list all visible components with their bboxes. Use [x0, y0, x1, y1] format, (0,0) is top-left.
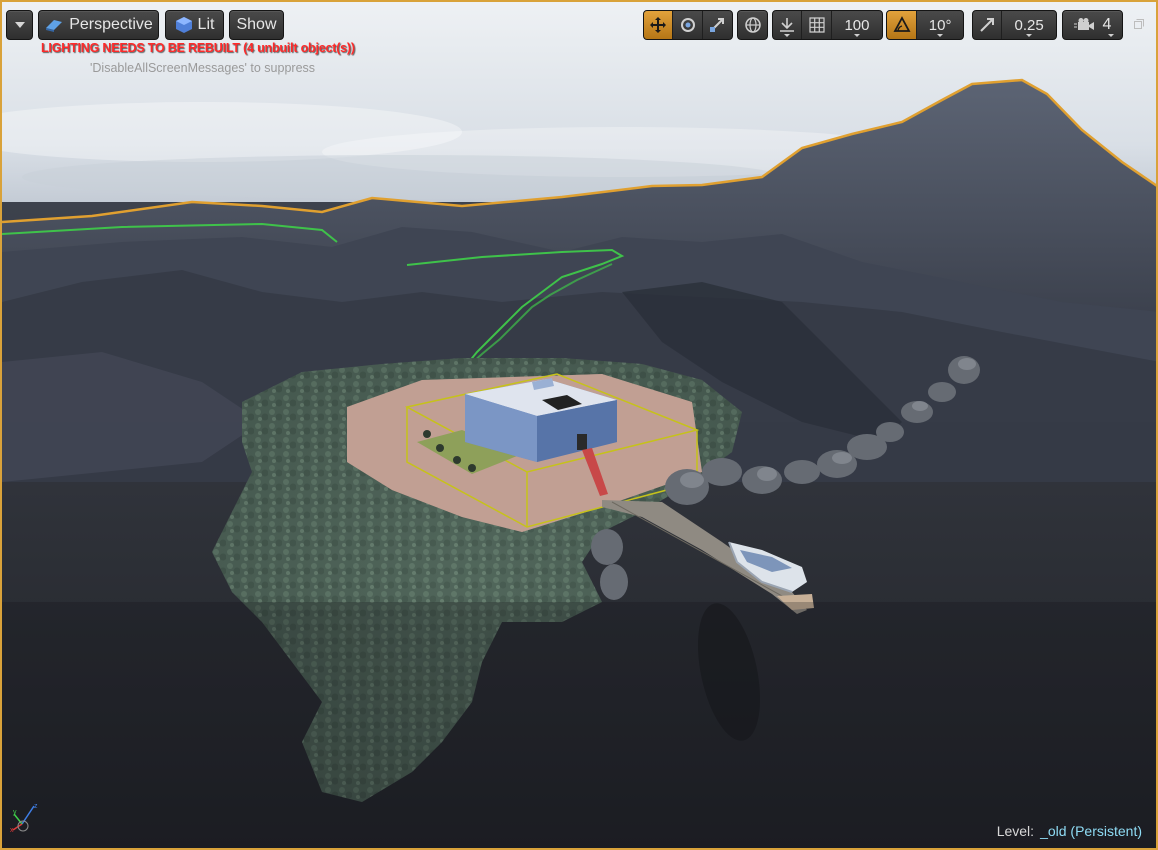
- scale-snap-value-dropdown[interactable]: 0.25: [1002, 11, 1056, 39]
- transform-tools: [643, 10, 733, 40]
- lit-icon: [175, 16, 193, 34]
- camera-speed-icon: [1073, 17, 1096, 33]
- grid-snap-icon: [809, 17, 825, 33]
- surface-snap-icon: [778, 16, 796, 34]
- svg-text:x: x: [10, 827, 14, 834]
- rotation-snap-toggle[interactable]: [887, 11, 918, 39]
- perspective-icon: [44, 18, 64, 32]
- svg-text:z: z: [34, 803, 38, 810]
- svg-text:y: y: [13, 809, 17, 816]
- lit-label: Lit: [197, 16, 215, 33]
- scale-snap-value: 0.25: [1014, 16, 1044, 34]
- rotation-snap-value: 10°: [928, 16, 952, 34]
- restore-viewport-icon: [1134, 19, 1144, 29]
- lighting-warning-message: LIGHTING NEEDS TO BE REBUILT (4 unbuilt …: [41, 41, 355, 55]
- grid-snap-value: 100: [844, 16, 870, 34]
- translate-tool-button[interactable]: [644, 11, 674, 39]
- camera-speed-value: 4: [1102, 16, 1112, 33]
- scale-snap-toggle[interactable]: [973, 11, 1003, 39]
- scale-tool-button[interactable]: [703, 11, 732, 39]
- perspective-label: Perspective: [69, 16, 153, 33]
- show-label: Show: [236, 16, 277, 33]
- rotation-snap-value-dropdown[interactable]: 10°: [917, 11, 963, 39]
- suppress-hint-message: 'DisableAllScreenMessages' to suppress: [90, 61, 316, 75]
- scale-snap-icon: [979, 17, 995, 33]
- scale-icon: [708, 16, 726, 34]
- level-label: Level:: [996, 823, 1035, 839]
- perspective-button[interactable]: Perspective: [38, 10, 159, 40]
- world-local-icon: [744, 16, 762, 34]
- level-indicator: Level: _old (Persistent): [997, 823, 1142, 839]
- axis-gizmo-icon: z y x: [10, 800, 40, 834]
- grid-snap-toggle[interactable]: [802, 11, 832, 39]
- camera-speed-button[interactable]: 4: [1062, 10, 1123, 40]
- lit-button[interactable]: Lit: [165, 10, 224, 40]
- level-name: _old (Persistent): [1040, 823, 1142, 839]
- viewport-options-button[interactable]: [6, 10, 33, 40]
- editor-viewport[interactable]: Perspective Lit Show 100 10° 0.25 4 LIGH…: [0, 0, 1158, 850]
- scale-snap-settings: 0.25: [972, 10, 1057, 40]
- restore-viewport-button[interactable]: [1134, 19, 1144, 29]
- snap-settings: 100: [772, 10, 883, 40]
- axis-gizmo: z y x: [10, 800, 40, 834]
- world-local-button[interactable]: [737, 10, 768, 40]
- translate-icon: [649, 16, 667, 34]
- rotate-icon: [679, 16, 697, 34]
- rotate-tool-button[interactable]: [673, 11, 703, 39]
- scene-view[interactable]: [2, 2, 1158, 850]
- rotation-snap-settings: 10°: [886, 10, 964, 40]
- show-button[interactable]: Show: [229, 10, 284, 40]
- viewport-menu-icon: [14, 22, 25, 28]
- surface-snap-button[interactable]: [773, 11, 803, 39]
- grid-snap-value-dropdown[interactable]: 100: [832, 11, 882, 39]
- rotation-snap-icon: [893, 16, 911, 34]
